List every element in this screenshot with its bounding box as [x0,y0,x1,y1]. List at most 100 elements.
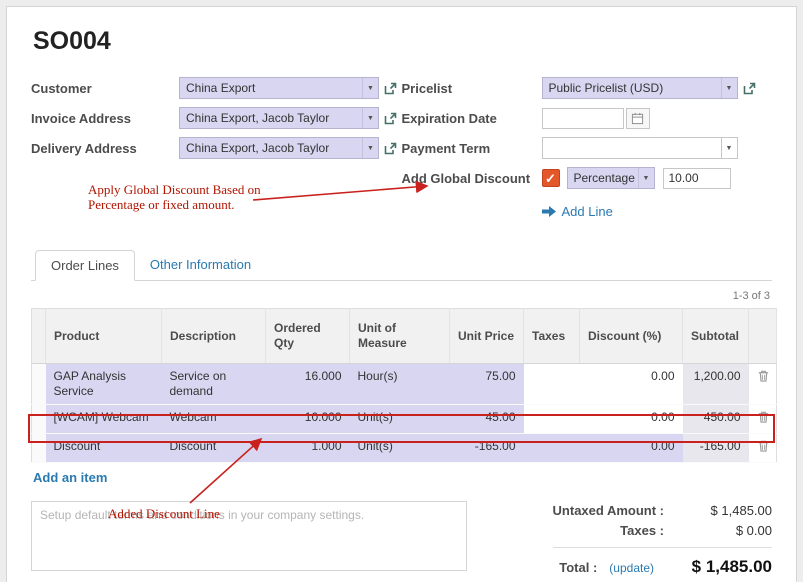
table-row[interactable]: GAP Analysis Service Service on demand 1… [32,364,777,405]
cell-taxes[interactable] [524,434,580,463]
row-handle [32,434,46,463]
page-title: SO004 [33,27,772,56]
annotation-line-2: Percentage or fixed amount. [88,197,235,212]
annotation-line-1: Apply Global Discount Based on [88,182,261,197]
discount-type-value: Percentage [568,168,638,188]
totals-panel: Untaxed Amount : $ 1,485.00 Taxes : $ 0.… [493,501,772,582]
calendar-icon[interactable] [626,108,650,129]
cell-uom[interactable]: Hour(s) [350,364,450,405]
cell-uom[interactable]: Unit(s) [350,434,450,463]
col-subtotal[interactable]: Subtotal [683,309,749,364]
customer-value: China Export [180,78,362,98]
annotation-discount-line: Added Discount Line [108,506,220,521]
chevron-down-icon[interactable] [362,138,378,158]
col-unit-price[interactable]: Unit Price [450,309,524,364]
add-global-discount-label: Add Global Discount [402,171,542,186]
cell-taxes[interactable] [524,405,580,434]
cell-subtotal: 1,200.00 [683,364,749,405]
chevron-down-icon[interactable] [721,138,737,158]
payment-term-label: Payment Term [402,141,542,156]
customer-select[interactable]: China Export [179,77,379,99]
pricelist-select[interactable]: Public Pricelist (USD) [542,77,738,99]
row-handle [32,364,46,405]
tab-other-information[interactable]: Other Information [135,250,266,280]
cell-qty[interactable]: 1.000 [266,434,350,463]
taxes-value: $ 0.00 [664,523,772,538]
terms-textarea[interactable] [31,501,467,571]
totals-divider [553,547,772,548]
col-ordered-qty[interactable]: Ordered Qty [266,309,350,364]
invoice-address-label: Invoice Address [31,111,179,126]
external-link-icon[interactable] [742,81,757,96]
cell-description[interactable]: Webcam [162,405,266,434]
add-an-item-link[interactable]: Add an item [33,470,107,485]
cell-description[interactable]: Service on demand [162,364,266,405]
cell-discount[interactable]: 0.00 [580,364,683,405]
delete-row-button[interactable] [749,434,777,463]
external-link-icon[interactable] [383,81,398,96]
col-description[interactable]: Description [162,309,266,364]
global-discount-checkbox[interactable] [542,169,560,187]
cell-qty[interactable]: 16.000 [266,364,350,405]
payment-term-select[interactable] [542,137,738,159]
cell-product[interactable]: [WCAM] Webcam [46,405,162,434]
cell-unit-price[interactable]: 45.00 [450,405,524,434]
annotation-global-discount: Apply Global Discount Based on Percentag… [88,182,278,212]
cell-uom[interactable]: Unit(s) [350,405,450,434]
external-link-icon[interactable] [383,111,398,126]
update-link[interactable]: (update) [609,561,654,575]
cell-product[interactable]: GAP Analysis Service [46,364,162,405]
trash-icon [757,410,770,424]
cell-description[interactable]: Discount [162,434,266,463]
chevron-down-icon[interactable] [362,78,378,98]
customer-label: Customer [31,81,179,96]
trash-icon [757,439,770,453]
row-handle [32,405,46,434]
add-line-button[interactable]: Add Line [542,204,613,219]
pager[interactable]: 1-3 of 3 [31,290,770,302]
col-unit-of-measure[interactable]: Unit of Measure [350,309,450,364]
delete-row-button[interactable] [749,364,777,405]
col-discount[interactable]: Discount (%) [580,309,683,364]
cell-discount[interactable]: 0.00 [580,405,683,434]
tab-order-lines[interactable]: Order Lines [35,250,135,281]
invoice-address-select[interactable]: China Export, Jacob Taylor [179,107,379,129]
notebook-tabs: Order Lines Other Information [31,250,772,281]
delivery-address-label: Delivery Address [31,141,179,156]
handle-header [32,309,46,364]
pricelist-label: Pricelist [402,81,542,96]
cell-product[interactable]: Discount [46,434,162,463]
chevron-down-icon[interactable] [721,78,737,98]
external-link-icon[interactable] [383,141,398,156]
chevron-down-icon[interactable] [362,108,378,128]
discount-amount-input[interactable] [663,168,731,189]
delete-row-button[interactable] [749,405,777,434]
cell-subtotal: 450.00 [683,405,749,434]
col-taxes[interactable]: Taxes [524,309,580,364]
total-value: $ 1,485.00 [654,557,772,577]
cell-discount[interactable]: 0.00 [580,434,683,463]
discount-type-select[interactable]: Percentage [567,167,655,189]
cell-unit-price[interactable]: 75.00 [450,364,524,405]
col-actions [749,309,777,364]
delivery-address-select[interactable]: China Export, Jacob Taylor [179,137,379,159]
total-label: Total : [559,560,597,575]
arrow-right-icon [542,206,556,217]
delivery-address-value: China Export, Jacob Taylor [180,138,362,158]
cell-taxes[interactable] [524,364,580,405]
chevron-down-icon[interactable] [638,168,654,188]
sales-order-sheet: SO004 Customer China Export Invoice Addr… [6,6,797,582]
untaxed-amount-value: $ 1,485.00 [664,503,772,518]
expiration-date-label: Expiration Date [402,111,542,126]
order-lines-table-wrap: Product Description Ordered Qty Unit of … [31,308,772,487]
trash-icon [757,369,770,383]
invoice-address-value: China Export, Jacob Taylor [180,108,362,128]
table-row[interactable]: [WCAM] Webcam Webcam 10.000 Unit(s) 45.0… [32,405,777,434]
payment-term-value [543,138,721,158]
expiration-date-input[interactable] [542,108,624,129]
cell-unit-price[interactable]: -165.00 [450,434,524,463]
col-product[interactable]: Product [46,309,162,364]
cell-qty[interactable]: 10.000 [266,405,350,434]
table-row-discount[interactable]: Discount Discount 1.000 Unit(s) -165.00 … [32,434,777,463]
cell-subtotal: -165.00 [683,434,749,463]
